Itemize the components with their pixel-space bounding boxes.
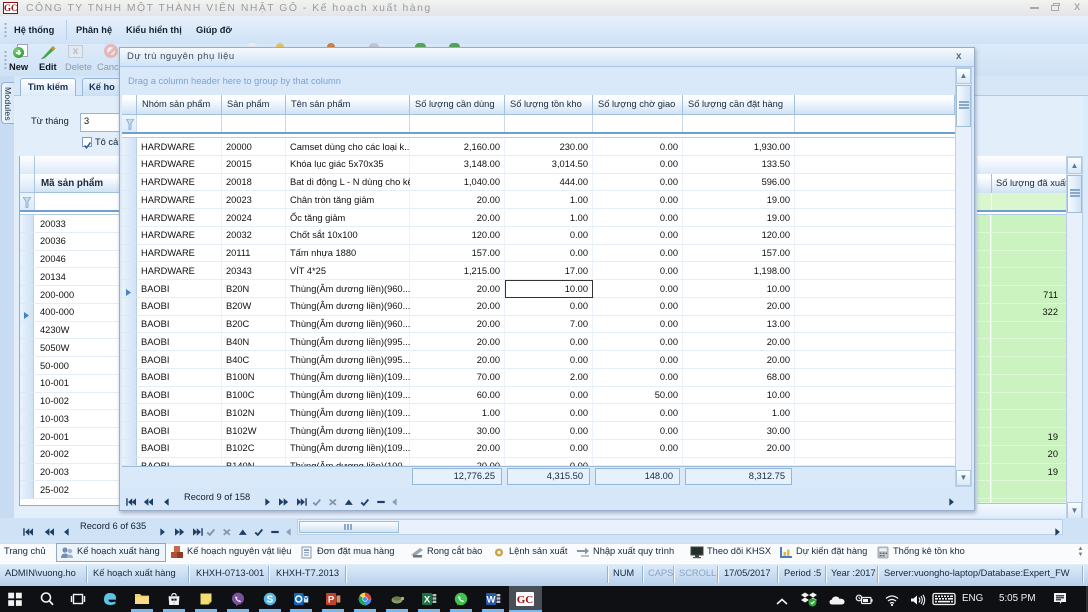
svg-text:S: S xyxy=(267,595,274,606)
svg-text:GC: GC xyxy=(517,594,534,606)
svg-text:P: P xyxy=(328,595,335,606)
svg-text:X: X xyxy=(424,595,431,606)
svg-text:W: W xyxy=(487,595,496,606)
